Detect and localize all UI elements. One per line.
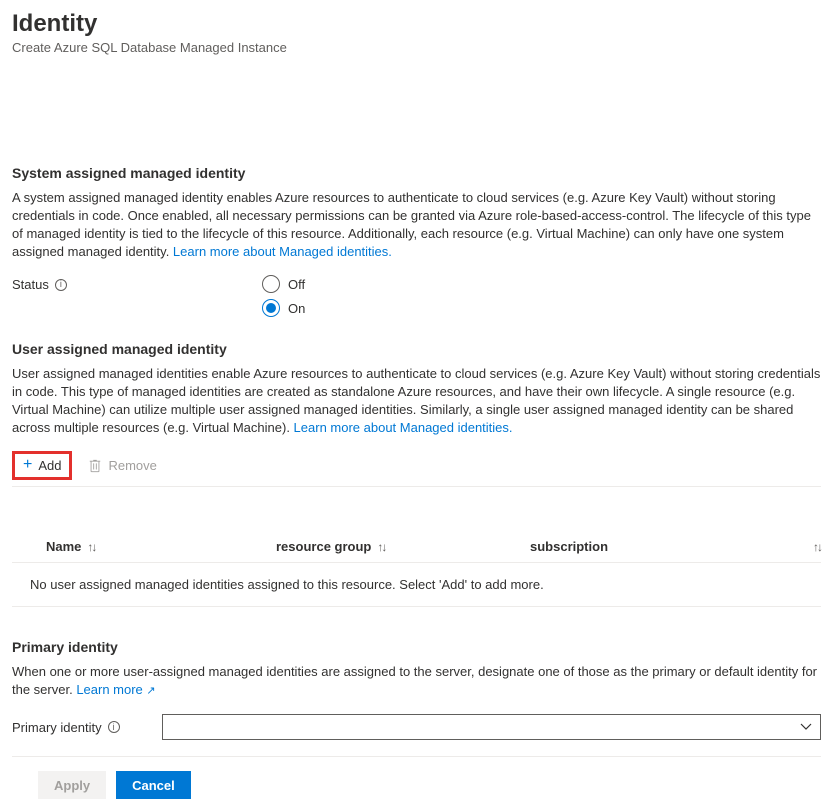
column-subscription[interactable]: subscription ↑↓ <box>530 539 821 554</box>
status-label-text: Status <box>12 277 49 292</box>
primary-identity-heading: Primary identity <box>12 639 821 655</box>
cancel-button[interactable]: Cancel <box>116 771 191 799</box>
column-resource-group[interactable]: resource group ↑↓ <box>276 539 530 554</box>
column-rg-label: resource group <box>276 539 371 554</box>
column-sub-label: subscription <box>530 539 608 554</box>
page-subtitle: Create Azure SQL Database Managed Instan… <box>12 40 821 55</box>
sort-icon: ↑↓ <box>87 540 95 554</box>
sort-icon: ↑↓ <box>813 540 821 554</box>
remove-button: Remove <box>80 451 164 480</box>
system-assigned-desc-text: A system assigned managed identity enabl… <box>12 190 811 259</box>
column-name[interactable]: Name ↑↓ <box>46 539 276 554</box>
user-assigned-description: User assigned managed identities enable … <box>12 365 821 437</box>
primary-identity-select-wrap <box>162 714 821 740</box>
identities-empty-message: No user assigned managed identities assi… <box>12 563 821 607</box>
footer-actions: Apply Cancel <box>12 771 821 799</box>
external-link-icon: ↗ <box>146 685 155 697</box>
system-assigned-learn-more-link[interactable]: Learn more about Managed identities. <box>173 244 392 259</box>
status-on-radio[interactable]: On <box>262 299 305 317</box>
info-icon[interactable]: i <box>55 279 67 291</box>
status-off-radio[interactable]: Off <box>262 275 305 293</box>
system-assigned-heading: System assigned managed identity <box>12 165 821 181</box>
radio-circle-icon <box>262 275 280 293</box>
table-header: Name ↑↓ resource group ↑↓ subscription ↑… <box>12 531 821 563</box>
user-assigned-learn-more-link[interactable]: Learn more about Managed identities. <box>294 420 513 435</box>
sort-icon: ↑↓ <box>377 540 385 554</box>
identities-table: Name ↑↓ resource group ↑↓ subscription ↑… <box>12 531 821 607</box>
add-button-label: Add <box>38 458 61 473</box>
chevron-down-icon <box>800 721 812 733</box>
primary-identity-row: Primary identity i <box>12 714 821 757</box>
identity-toolbar: + Add Remove <box>12 451 821 487</box>
user-assigned-heading: User assigned managed identity <box>12 341 821 357</box>
system-assigned-description: A system assigned managed identity enabl… <box>12 189 821 261</box>
add-button[interactable]: + Add <box>12 451 72 480</box>
apply-button: Apply <box>38 771 106 799</box>
primary-identity-select[interactable] <box>162 714 821 740</box>
column-name-label: Name <box>46 539 81 554</box>
status-radio-group: Off On <box>262 275 305 317</box>
primary-label-text: Primary identity <box>12 720 102 735</box>
status-label: Status i <box>12 275 262 292</box>
info-icon[interactable]: i <box>108 721 120 733</box>
primary-learn-more-link[interactable]: Learn more ↗ <box>76 682 155 697</box>
radio-circle-selected-icon <box>262 299 280 317</box>
page-title: Identity <box>12 10 821 38</box>
remove-button-label: Remove <box>108 458 156 473</box>
status-off-label: Off <box>288 277 305 292</box>
primary-identity-description: When one or more user-assigned managed i… <box>12 663 821 700</box>
status-row: Status i Off On <box>12 275 821 317</box>
primary-identity-label: Primary identity i <box>12 720 162 735</box>
trash-icon <box>88 459 102 473</box>
plus-icon: + <box>23 457 32 473</box>
status-on-label: On <box>288 301 305 316</box>
